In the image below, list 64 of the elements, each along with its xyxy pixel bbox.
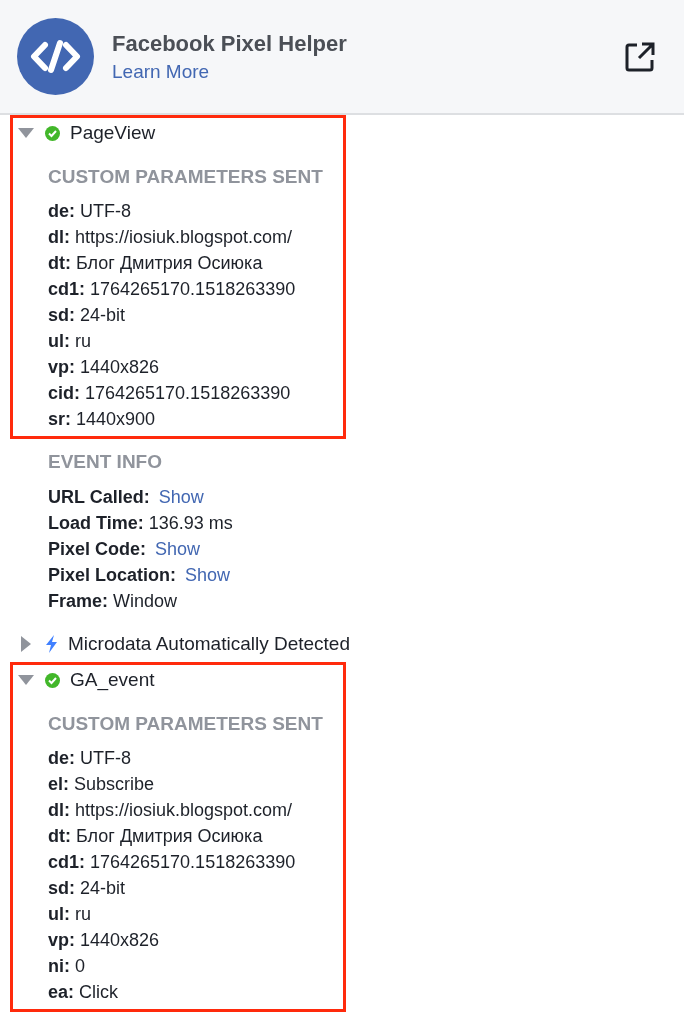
parameter-key: de: [48,745,75,771]
parameter-value: Блог Дмитрия Осиюка [76,252,263,275]
parameter-key: dt: [48,250,71,276]
parameter-value: UTF-8 [80,747,131,770]
show-link[interactable]: Show [185,562,231,588]
parameter-key: ul: [48,901,70,927]
parameter-key: Pixel Location: [48,562,177,588]
parameter-key: sd: [48,302,75,328]
parameter-key: dl: [48,224,70,250]
code-logo-icon [17,18,94,95]
parameter-key: URL Called: [48,484,150,510]
section-title: CUSTOM PARAMETERS SENT [48,712,323,736]
section-title: EVENT INFO [48,450,163,474]
parameter-key: el: [48,771,69,797]
parameter-key: sd: [48,875,75,901]
show-link[interactable]: Show [158,484,204,510]
parameter-value: Subscribe [74,773,155,796]
parameter-key: cid: [48,380,80,406]
parameter-key: vp: [48,354,75,380]
parameter-value: https://iosiuk.blogspot.com/ [75,226,293,249]
check-circle-icon [45,672,60,688]
parameter-value: ru [75,903,91,926]
learn-more-link[interactable]: Learn More [112,58,347,85]
parameter-key: dt: [48,823,71,849]
parameter-value: 0 [75,955,85,978]
event-header[interactable]: GA_event [13,667,323,693]
parameter-value: 24-bit [80,877,126,900]
external-link-icon[interactable] [624,40,656,73]
section-title: CUSTOM PARAMETERS SENT [48,165,323,189]
app-title: Facebook Pixel Helper [112,29,347,58]
parameter-value: 24-bit [80,304,126,327]
parameter-key: dl: [48,797,70,823]
lightning-icon [45,635,58,653]
parameter-value: Window [113,590,178,613]
parameter-key: ea: [48,979,74,1005]
parameter-value: ru [75,330,91,353]
parameter-value: Click [79,981,118,1004]
parameter-key: Frame: [48,588,109,614]
parameter-key: sr: [48,406,71,432]
parameter-value: Блог Дмитрия Осиюка [76,825,263,848]
parameter-key: ul: [48,328,70,354]
check-circle-icon [45,125,60,141]
event-name: PageView [70,120,156,145]
parameter-key: cd1: [48,849,85,875]
event-header[interactable]: Microdata Automatically Detected [13,631,350,657]
parameter-value: 1764265170.1518263390 [90,851,296,874]
event-name: Microdata Automatically Detected [68,631,350,656]
parameter-key: cd1: [48,276,85,302]
event-name: GA_event [70,667,155,693]
parameter-value: 1440x826 [80,929,160,952]
parameter-value: UTF-8 [80,200,131,223]
parameter-value: 1440x826 [80,356,160,379]
parameter-key: Load Time: [48,510,144,536]
event-header[interactable]: PageView [13,120,323,146]
show-link[interactable]: Show [155,536,201,562]
parameter-value: https://iosiuk.blogspot.com/ [75,799,293,822]
parameter-key: ni: [48,953,70,979]
parameter-key: vp: [48,927,75,953]
parameter-key: Pixel Code: [48,536,147,562]
parameter-value: 1440x900 [76,408,156,431]
parameter-key: de: [48,198,75,224]
parameter-value: 1764265170.1518263390 [85,382,291,405]
parameter-value: 1764265170.1518263390 [90,278,296,301]
parameter-value: 136.93 ms [148,512,233,535]
